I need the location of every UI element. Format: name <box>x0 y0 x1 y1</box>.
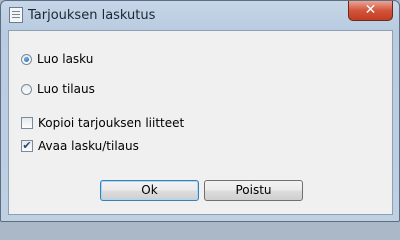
radio-button-selected[interactable] <box>21 53 32 65</box>
checkbox-open-invoice-order-label: Avaa lasku/tilaus <box>38 139 139 153</box>
ok-button[interactable]: Ok <box>100 180 199 201</box>
radio-create-order-label: Luo tilaus <box>37 82 95 96</box>
radio-create-invoice[interactable]: Luo lasku <box>21 52 93 66</box>
radio-create-order[interactable]: Luo tilaus <box>21 82 95 96</box>
checkbox-copy-attachments-label: Kopioi tarjouksen liitteet <box>38 116 185 130</box>
checkbox-copy-attachments[interactable]: Kopioi tarjouksen liitteet <box>21 116 184 130</box>
radio-button[interactable] <box>21 83 32 95</box>
close-button[interactable]: ✕ <box>348 1 393 21</box>
window-title: Tarjouksen laskutus <box>28 8 156 23</box>
checkbox-unchecked[interactable] <box>21 117 33 129</box>
radio-create-invoice-label: Luo lasku <box>37 52 94 66</box>
dialog-body: Luo lasku Luo tilaus Kopioi tarjouksen l… <box>8 30 393 215</box>
dialog-window: Tarjouksen laskutus ✕ Luo lasku Luo tila… <box>0 0 400 222</box>
exit-button[interactable]: Poistu <box>204 180 303 201</box>
app-icon <box>9 7 23 23</box>
title-bar[interactable]: Tarjouksen laskutus ✕ <box>1 1 399 29</box>
checkmark-icon[interactable]: ✔ <box>21 140 33 152</box>
checkbox-open-invoice-order[interactable]: ✔ Avaa lasku/tilaus <box>21 139 139 153</box>
